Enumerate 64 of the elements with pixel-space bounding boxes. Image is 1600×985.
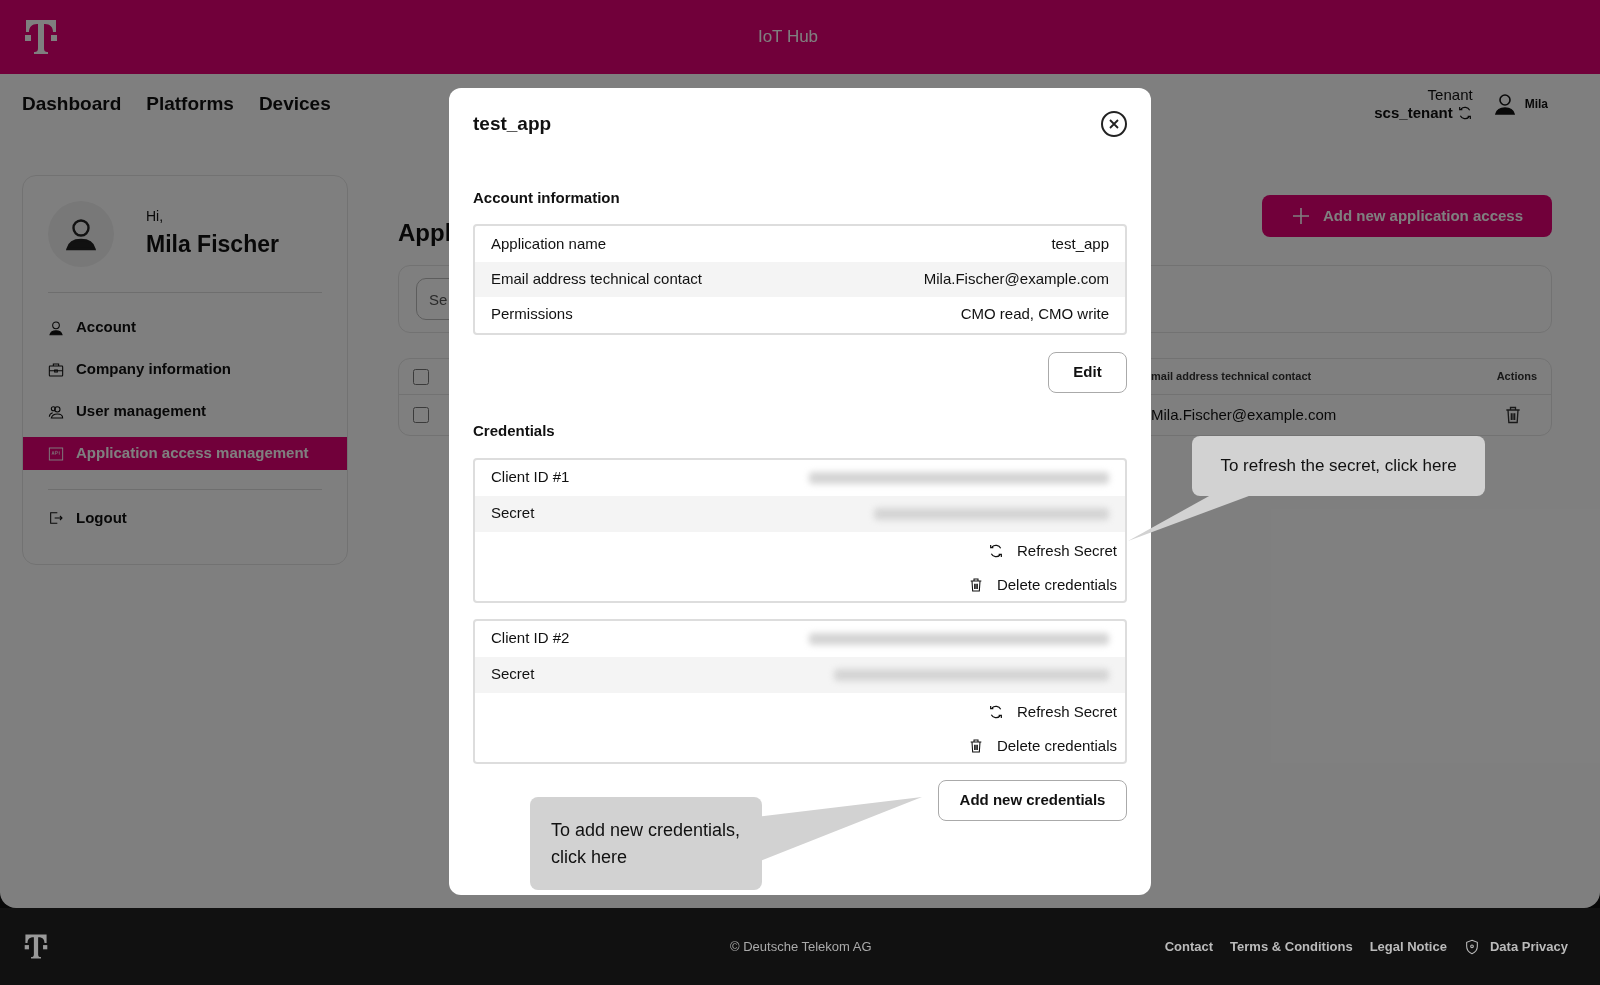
field-label: Permissions [491, 304, 573, 325]
page-heading: Appl [398, 218, 452, 248]
tenant-label: Tenant [1427, 86, 1473, 104]
footer-link[interactable]: Data Privacy [1463, 936, 1568, 957]
add-credentials-button[interactable]: Add new credentials [938, 779, 1127, 821]
select-all-checkbox[interactable] [413, 368, 429, 385]
column-header: Actions [1496, 369, 1537, 385]
refresh-icon [987, 703, 1004, 720]
briefcase-icon [48, 361, 64, 378]
field-value: CMO read, CMO write [960, 304, 1109, 325]
row-checkbox[interactable] [413, 407, 429, 423]
user-icon [1492, 92, 1517, 116]
footer-link[interactable]: Contact [1164, 936, 1214, 957]
nav-link[interactable]: Devices [258, 89, 331, 119]
tenant-switcher[interactable]: scs_tenant [1374, 104, 1473, 122]
callout-text: To add new credentials, click here [551, 818, 741, 869]
logout-link[interactable]: Logout [23, 507, 347, 530]
section-title: Credentials [473, 421, 556, 441]
api-icon [48, 445, 64, 462]
field-label: Secret [491, 503, 535, 524]
close-button[interactable] [1101, 111, 1127, 138]
app-title: IoT Hub [757, 26, 819, 49]
field-value: Mila.Fischer@example.com [923, 269, 1109, 290]
field-label: Application name [491, 234, 607, 255]
field-label: Email address technical contact [491, 269, 702, 290]
modal-title: test_app [473, 112, 552, 136]
sidebar-item[interactable]: User management [23, 395, 347, 428]
add-application-button[interactable]: Add new application access [1261, 195, 1552, 237]
sidebar-item[interactable]: Application access management [23, 437, 347, 470]
section-title: Account information [473, 187, 621, 208]
refresh-icon [1456, 105, 1473, 121]
field-label: Secret [491, 664, 535, 685]
shield-icon [1463, 938, 1480, 955]
sidebar-item[interactable]: Company information [23, 353, 347, 386]
user-icon [63, 216, 99, 252]
edit-button[interactable]: Edit [1048, 352, 1127, 393]
refresh-secret-link[interactable]: Refresh Secret [987, 539, 1117, 562]
field-value: test_app [1051, 234, 1109, 255]
nav-link[interactable]: Dashboard [22, 89, 122, 119]
copyright: © Deutsche Telekom AG [730, 937, 872, 956]
greeting: Hi, [146, 207, 165, 227]
user-menu[interactable]: Mila [1492, 92, 1548, 116]
field-label: Client ID #1 [491, 467, 570, 488]
user-icon [48, 319, 64, 336]
logout-icon [48, 510, 64, 527]
footer-link[interactable]: Legal Notice [1369, 936, 1447, 957]
column-header: mail address technical contact [1151, 369, 1312, 385]
user-name: Mila Fischer [146, 230, 279, 260]
nav-link[interactable]: Platforms [146, 89, 234, 119]
refresh-secret-link[interactable]: Refresh Secret [987, 700, 1117, 723]
callout-text: To refresh the secret, click here [1220, 455, 1457, 478]
plus-icon [1290, 206, 1311, 226]
delete-credentials-link[interactable]: Delete credentials [967, 574, 1117, 597]
logo [24, 933, 48, 960]
table-cell-text: Mila.Fischer@example.com [1151, 404, 1337, 425]
footer-link[interactable]: Terms & Conditions [1230, 936, 1353, 957]
users-icon [48, 403, 64, 420]
trash-icon [1503, 405, 1523, 425]
close-icon [1108, 118, 1120, 131]
refresh-icon [987, 542, 1004, 559]
field-label: Client ID #2 [491, 628, 570, 649]
delete-credentials-link[interactable]: Delete credentials [967, 735, 1117, 758]
logo [24, 18, 58, 56]
sidebar-item[interactable]: Account [23, 311, 347, 344]
